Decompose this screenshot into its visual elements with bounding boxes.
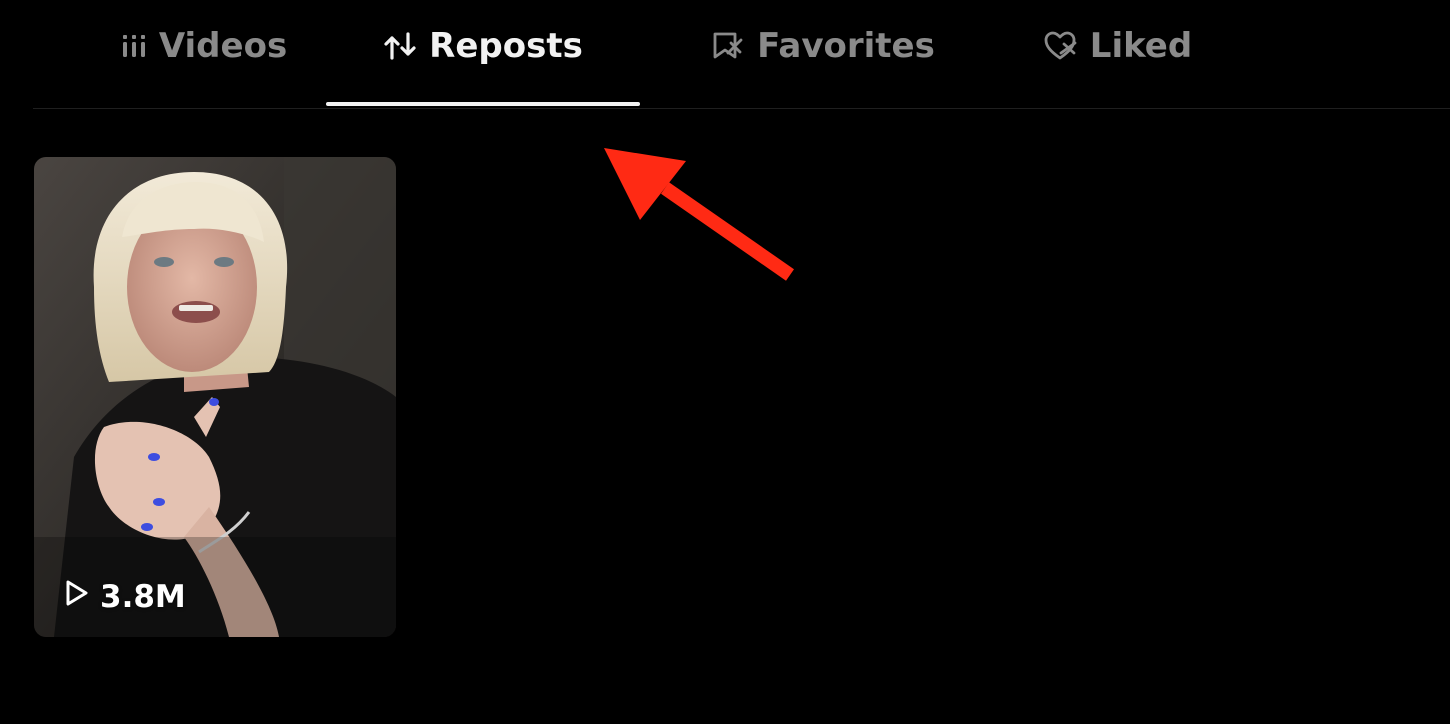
tab-reposts-label: Reposts [429,26,583,66]
view-count: 3.8M [64,579,186,615]
tab-liked[interactable]: Liked [1023,0,1213,108]
tab-reposts[interactable]: Reposts [326,0,640,108]
bookmark-icon [711,31,745,61]
profile-content-page: Videos Reposts Favorites Liked 3.8M [0,0,1450,724]
play-icon [64,579,90,615]
tab-favorites[interactable]: Favorites [693,0,953,108]
tab-videos[interactable]: Videos [73,0,335,108]
grid-dots-icon [121,33,147,59]
tab-favorites-label: Favorites [757,26,935,66]
tab-liked-label: Liked [1089,26,1193,66]
video-card[interactable]: 3.8M [34,157,396,637]
tab-videos-label: Videos [158,26,288,66]
profile-tab-bar: Videos Reposts Favorites Liked [33,0,1450,109]
heart-icon [1044,31,1078,61]
active-tab-indicator [326,102,640,106]
video-thumbnail [34,157,396,637]
repost-icon [383,30,417,62]
view-count-value: 3.8M [100,579,186,615]
